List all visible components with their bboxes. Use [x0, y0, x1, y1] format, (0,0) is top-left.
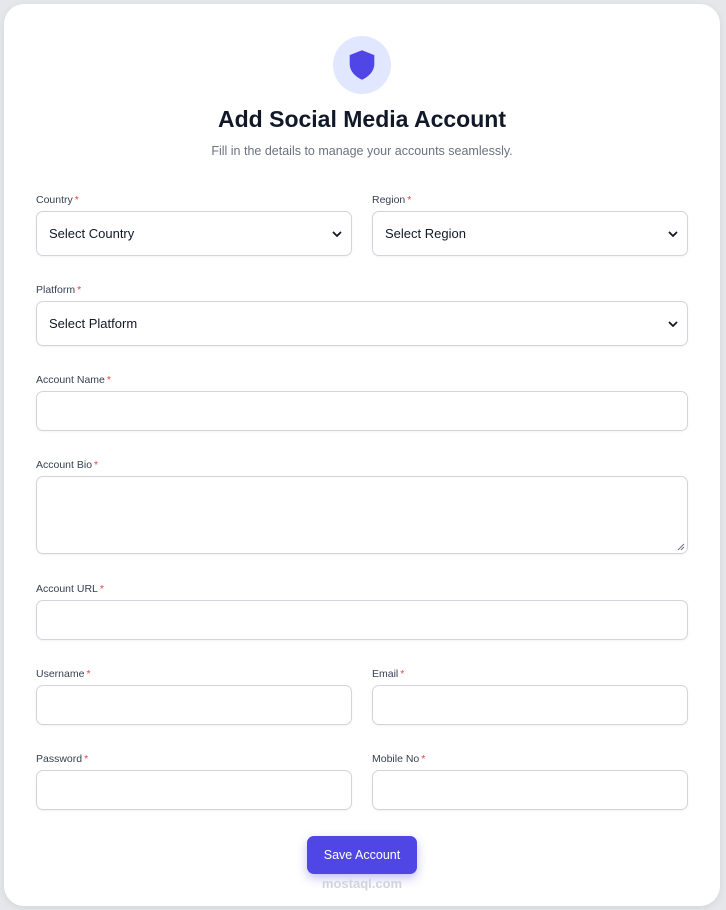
country-select-value: Select Country	[49, 226, 135, 241]
watermark: mostaql.com	[321, 876, 403, 891]
page-title: Add Social Media Account	[218, 106, 506, 132]
account-bio-textarea[interactable]	[36, 476, 688, 554]
shield-badge	[333, 36, 391, 94]
account-url-input[interactable]	[36, 600, 688, 640]
region-select[interactable]: Select Region	[372, 211, 688, 256]
resize-handle-icon[interactable]	[677, 543, 685, 551]
country-label: Country *	[36, 194, 79, 206]
username-input[interactable]	[36, 685, 352, 725]
account-url-label: Account URL *	[36, 583, 104, 595]
mobile-label: Mobile No *	[372, 753, 426, 765]
shield-icon	[349, 50, 375, 80]
required-marker: *	[407, 194, 412, 206]
account-name-label: Account Name *	[36, 374, 111, 386]
chevron-down-icon	[668, 321, 678, 327]
page-subtitle: Fill in the details to manage your accou…	[211, 144, 513, 158]
form-card: Add Social Media Account Fill in the det…	[4, 4, 720, 906]
email-input[interactable]	[372, 685, 688, 725]
required-marker: *	[77, 284, 82, 296]
required-marker: *	[400, 668, 405, 680]
platform-select[interactable]: Select Platform	[36, 301, 688, 346]
chevron-down-icon	[668, 231, 678, 237]
required-marker: *	[84, 753, 89, 765]
region-select-value: Select Region	[385, 226, 466, 241]
region-label: Region *	[372, 194, 412, 206]
platform-label: Platform *	[36, 284, 82, 296]
required-marker: *	[99, 583, 104, 595]
password-label: Password *	[36, 753, 89, 765]
account-name-input[interactable]	[36, 391, 688, 431]
required-marker: *	[421, 753, 426, 765]
save-account-button[interactable]: Save Account	[307, 836, 417, 874]
mobile-input[interactable]	[372, 770, 688, 810]
email-label: Email *	[372, 668, 405, 680]
save-account-label: Save Account	[323, 848, 401, 862]
platform-select-value: Select Platform	[49, 316, 138, 331]
account-bio-label: Account Bio *	[36, 459, 99, 471]
country-select[interactable]: Select Country	[36, 211, 352, 256]
password-input[interactable]	[36, 770, 352, 810]
required-marker: *	[74, 194, 79, 206]
username-label: Username *	[36, 668, 91, 680]
required-marker: *	[86, 668, 91, 680]
required-marker: *	[106, 374, 111, 386]
chevron-down-icon	[332, 231, 342, 237]
required-marker: *	[94, 459, 99, 471]
